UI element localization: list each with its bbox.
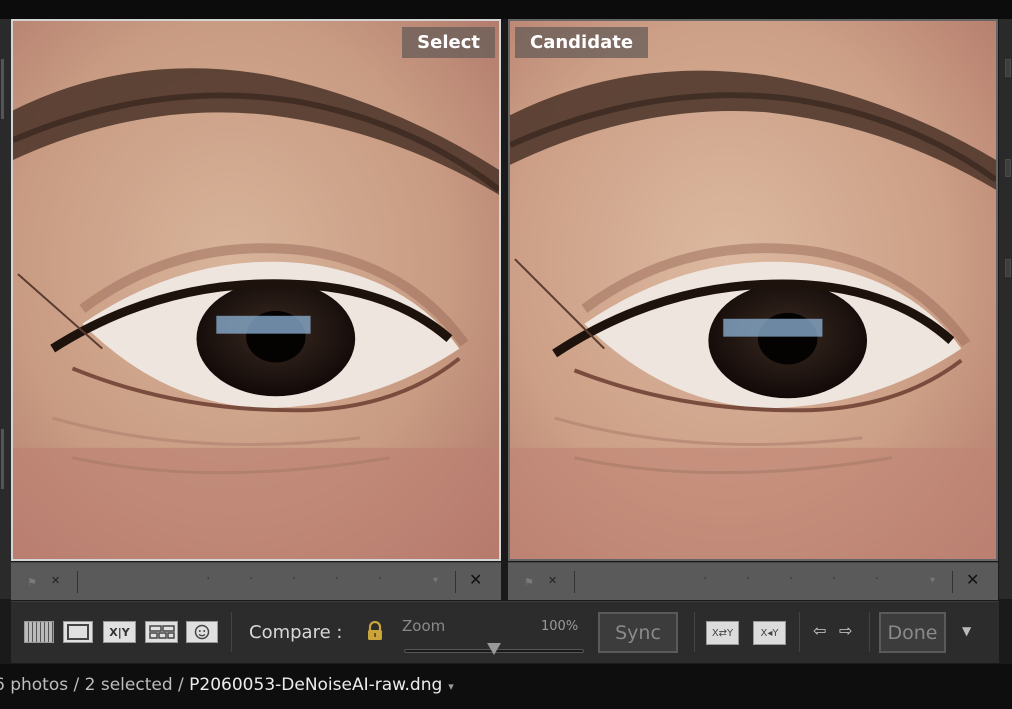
flag-icon[interactable]: ⚑ xyxy=(524,576,536,589)
close-icon[interactable]: ✕ xyxy=(469,570,482,589)
left-panel-scroll-tick xyxy=(1,429,4,489)
divider xyxy=(77,571,78,593)
people-view-button[interactable] xyxy=(186,621,218,643)
left-panel-edge[interactable] xyxy=(0,19,11,599)
chevron-down-icon[interactable]: ▾ xyxy=(433,575,438,586)
divider xyxy=(231,612,232,652)
select-label: Select xyxy=(402,27,495,58)
chevron-down-icon[interactable]: ▾ xyxy=(930,575,935,586)
chevron-down-icon[interactable]: ▾ xyxy=(448,680,454,693)
select-photo-panel[interactable]: Select xyxy=(11,19,501,561)
flag-icon[interactable]: ⚑ xyxy=(27,576,39,589)
done-button[interactable]: Done xyxy=(879,612,946,653)
toolbar-menu-chevron-icon[interactable]: ▼ xyxy=(962,624,971,638)
filmstrip-source-bar: 6 photos / 2 selected / P2060053-DeNoise… xyxy=(0,664,1012,709)
loupe-view-button[interactable] xyxy=(63,621,93,643)
zoom-slider[interactable] xyxy=(404,643,584,655)
lock-glyph xyxy=(368,620,382,640)
face-icon xyxy=(194,624,210,640)
eye-photo-image xyxy=(510,21,996,559)
zoom-label: Zoom xyxy=(402,617,446,635)
swap-button[interactable]: X⇄Y xyxy=(706,621,739,645)
right-panel-edge[interactable] xyxy=(999,19,1012,599)
zoom-value: 100% xyxy=(541,619,579,634)
compare-view-button[interactable]: X|Y xyxy=(103,621,136,643)
top-strip xyxy=(0,0,1012,19)
divider xyxy=(952,571,953,593)
left-panel-scroll-tick xyxy=(1,59,4,119)
candidate-info-bar: ⚑ ✕ · · · · · ▾ ✕ xyxy=(508,562,998,600)
star-rating[interactable]: · · · · · xyxy=(206,571,399,587)
filmstrip-path[interactable]: 6 photos / 2 selected / P2060053-DeNoise… xyxy=(0,675,454,695)
grid-view-button[interactable] xyxy=(24,621,54,643)
eye-photo-image xyxy=(13,21,499,559)
compare-label: Compare : xyxy=(249,622,343,643)
make-select-button[interactable]: X◂Y xyxy=(753,621,786,645)
candidate-photo-panel[interactable]: Candidate xyxy=(508,19,998,561)
select-info-bar: ⚑ ✕ · · · · · ▾ ✕ xyxy=(11,562,501,600)
close-icon[interactable]: ✕ xyxy=(966,570,979,589)
right-panel-tick xyxy=(1005,259,1011,277)
divider xyxy=(694,612,695,652)
photo-count: 6 photos / 2 selected / xyxy=(0,675,190,695)
candidate-photo[interactable] xyxy=(510,21,996,559)
sync-button[interactable]: Sync xyxy=(598,612,678,653)
select-photo[interactable] xyxy=(13,21,499,559)
reject-flag-icon[interactable]: ✕ xyxy=(548,574,557,587)
current-filename: P2060053-DeNoiseAI-raw.dng xyxy=(189,675,443,695)
candidate-label: Candidate xyxy=(515,27,649,58)
previous-arrow-icon[interactable]: ⇦ xyxy=(813,621,826,640)
divider xyxy=(574,571,575,593)
next-arrow-icon[interactable]: ⇨ xyxy=(839,621,852,640)
divider xyxy=(799,612,800,652)
right-panel-tick xyxy=(1005,159,1011,177)
survey-view-button[interactable] xyxy=(145,621,178,643)
right-panel-tick xyxy=(1005,59,1011,77)
survey-icon xyxy=(148,625,175,639)
zoom-slider-thumb[interactable] xyxy=(487,643,501,655)
divider xyxy=(455,571,456,593)
star-rating[interactable]: · · · · · xyxy=(703,571,896,587)
compare-toolbar: X|Y Compare : Zoom 100% Sync X⇄Y X◂Y ⇦ ⇨… xyxy=(11,601,999,663)
reject-flag-icon[interactable]: ✕ xyxy=(51,574,60,587)
lock-icon[interactable] xyxy=(366,620,384,646)
divider xyxy=(869,612,870,652)
